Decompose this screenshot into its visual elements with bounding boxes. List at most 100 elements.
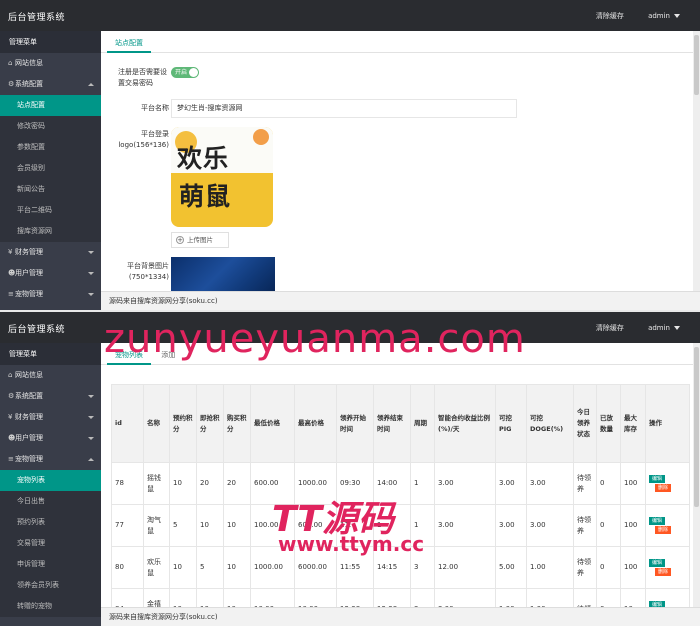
- table-cell: 78: [111, 462, 144, 505]
- sidebar-item-system-config[interactable]: ⚙系统配置: [0, 74, 101, 95]
- sidebar-item-member-level[interactable]: 会员级别: [0, 158, 101, 179]
- scrollbar-thumb[interactable]: [694, 347, 699, 507]
- scrollbar[interactable]: [693, 343, 700, 607]
- platform-logo-image: 欢乐 萌鼠: [171, 127, 273, 227]
- table-cell: 淘气鼠: [143, 504, 170, 547]
- platform-name-input[interactable]: 梦幻生肖-搜库资源网: [171, 99, 517, 118]
- sidebar-item-gifted-pets[interactable]: 转赠的宠物: [0, 596, 101, 617]
- column-header: 购买积分: [223, 384, 251, 463]
- column-header: 最低价格: [250, 384, 295, 463]
- sidebar-item-site-info[interactable]: ⌂ 网站信息: [0, 53, 101, 74]
- column-header: 最大库存: [620, 384, 646, 463]
- delete-button[interactable]: 删除: [655, 526, 671, 534]
- footer: 源码来自搜库资源网分享(soku.cc): [101, 291, 700, 310]
- table-cell: 待领养: [573, 504, 597, 547]
- platform-name-label: 平台名称: [141, 104, 169, 112]
- sidebar-item-pet-list[interactable]: 宠物列表: [0, 470, 101, 491]
- logo-row: 平台登录logo(156*136) 欢乐 萌鼠: [101, 127, 693, 227]
- sidebar-item-params[interactable]: 参数配置: [0, 137, 101, 158]
- sidebar-item-soku[interactable]: 搜库资源网: [0, 221, 101, 242]
- user-icon: ☻: [8, 434, 16, 442]
- table-cell: 3.00: [526, 504, 574, 547]
- sidebar-item-pets[interactable]: ≡宠物管理: [0, 449, 101, 470]
- toggle-label: 开启: [175, 69, 188, 76]
- sidebar-item-label: 用户管理: [15, 269, 43, 277]
- sidebar: 管理菜单 ⌂ 网站信息 ⚙系统配置 站点配置 修改密码 参数配置 会员级别 新闻公…: [0, 31, 101, 310]
- table-cell: 3.00: [495, 462, 527, 505]
- sidebar-item-change-password[interactable]: 修改密码: [0, 116, 101, 137]
- tab-site-config[interactable]: 站点配置: [107, 31, 151, 53]
- site-config-screen: 后台管理系统 清除缓存 admin 管理菜单 ⌂ 网站信息 ⚙系统配置 站点配置 …: [0, 0, 700, 310]
- logo-text-line1: 欢乐: [177, 144, 230, 173]
- sidebar-item-users[interactable]: ☻用户管理: [0, 263, 101, 284]
- main-content: 宠物列表 添加 id 名称 预约积分 即抢积分 购买积分 最低价格 最高价格 领养开始时间 领养…: [101, 343, 693, 626]
- table-cell: 10: [223, 504, 251, 547]
- chevron-down-icon: [88, 272, 94, 275]
- home-icon: ⌂: [8, 59, 13, 67]
- top-bar: 后台管理系统 清除缓存 admin: [0, 0, 700, 31]
- sidebar-item-today-sale[interactable]: 今日出售: [0, 491, 101, 512]
- sidebar-heading: 管理菜单: [0, 343, 101, 365]
- table-cell: 3.00: [434, 504, 496, 547]
- sidebar-item-users[interactable]: ☻用户管理: [0, 428, 101, 449]
- sidebar-item-site-info[interactable]: ⌂ 网站信息: [0, 365, 101, 386]
- table-cell: 10: [169, 462, 197, 505]
- edit-button[interactable]: 编辑: [649, 475, 665, 483]
- row-actions: 编辑删除: [645, 462, 690, 505]
- delete-button[interactable]: 删除: [655, 568, 671, 576]
- table-cell: 100: [620, 546, 646, 589]
- clear-cache-button[interactable]: 清除缓存: [596, 12, 624, 20]
- sidebar-item-appeals[interactable]: 申诉管理: [0, 554, 101, 575]
- chevron-down-icon: [88, 251, 94, 254]
- home-icon: ⌂: [8, 371, 13, 379]
- sidebar-item-reservations[interactable]: 预约列表: [0, 512, 101, 533]
- table-cell: 100: [620, 504, 646, 547]
- register-password-toggle[interactable]: 开启: [171, 67, 199, 78]
- logo-text-line2: 萌鼠: [179, 182, 232, 211]
- chevron-down-icon: [88, 395, 94, 398]
- table-cell: 5: [196, 546, 224, 589]
- table-cell: 10: [196, 504, 224, 547]
- table-cell: 3.00: [495, 504, 527, 547]
- sidebar-item-system-config[interactable]: ⚙系统配置: [0, 386, 101, 407]
- sidebar-item-label: 用户管理: [15, 434, 43, 442]
- username: admin: [648, 324, 670, 332]
- column-header: 可挖PIG: [495, 384, 527, 463]
- sidebar-item-qrcode[interactable]: 平台二维码: [0, 200, 101, 221]
- main-content: 站点配置 注册是否需要设置交易密码 开启 平台名称 梦幻生肖-搜库资源网 平台登…: [101, 31, 693, 297]
- user-menu[interactable]: admin: [648, 324, 680, 332]
- sidebar-item-label: 系统配置: [15, 80, 43, 88]
- clear-cache-button[interactable]: 清除缓存: [596, 324, 624, 332]
- table-cell: 3.00: [434, 462, 496, 505]
- tab-bar: 站点配置: [101, 31, 693, 53]
- table-cell: 12.00: [434, 546, 496, 589]
- sidebar-item-finance[interactable]: ¥ 财务管理: [0, 407, 101, 428]
- edit-button[interactable]: 编辑: [649, 517, 665, 525]
- delete-button[interactable]: 删除: [655, 484, 671, 492]
- platform-name-row: 平台名称 梦幻生肖-搜库资源网: [101, 99, 693, 119]
- scrollbar[interactable]: [693, 31, 700, 291]
- money-icon: ¥: [8, 248, 13, 256]
- scrollbar-thumb[interactable]: [694, 35, 699, 95]
- logo-label: 平台登录logo(156*136): [118, 130, 169, 149]
- table-cell: 待领养: [573, 462, 597, 505]
- upload-image-button[interactable]: + 上传图片: [171, 232, 229, 248]
- table-cell: 10: [169, 546, 197, 589]
- sidebar-item-site-config[interactable]: 站点配置: [0, 95, 101, 116]
- edit-button[interactable]: 编辑: [649, 559, 665, 567]
- sidebar-item-trades[interactable]: 交易管理: [0, 533, 101, 554]
- sidebar-item-news[interactable]: 新闻公告: [0, 179, 101, 200]
- column-header: 操作: [645, 384, 690, 463]
- row-actions: 编辑删除: [645, 504, 690, 547]
- app-title: 后台管理系统: [8, 13, 66, 23]
- sidebar-item-finance[interactable]: ¥ 财务管理: [0, 242, 101, 263]
- user-menu[interactable]: admin: [648, 12, 680, 20]
- chevron-down-icon: [88, 416, 94, 419]
- chevron-down-icon: [674, 326, 680, 330]
- gear-icon: ⚙: [8, 80, 15, 88]
- sidebar-item-pets[interactable]: ≡宠物管理: [0, 284, 101, 305]
- sidebar-item-adopters[interactable]: 领养会员列表: [0, 575, 101, 596]
- sidebar-item-label: 宠物管理: [15, 290, 43, 298]
- watermark-url: www.ttym.cc: [278, 532, 425, 556]
- sidebar-heading: 管理菜单: [0, 31, 101, 53]
